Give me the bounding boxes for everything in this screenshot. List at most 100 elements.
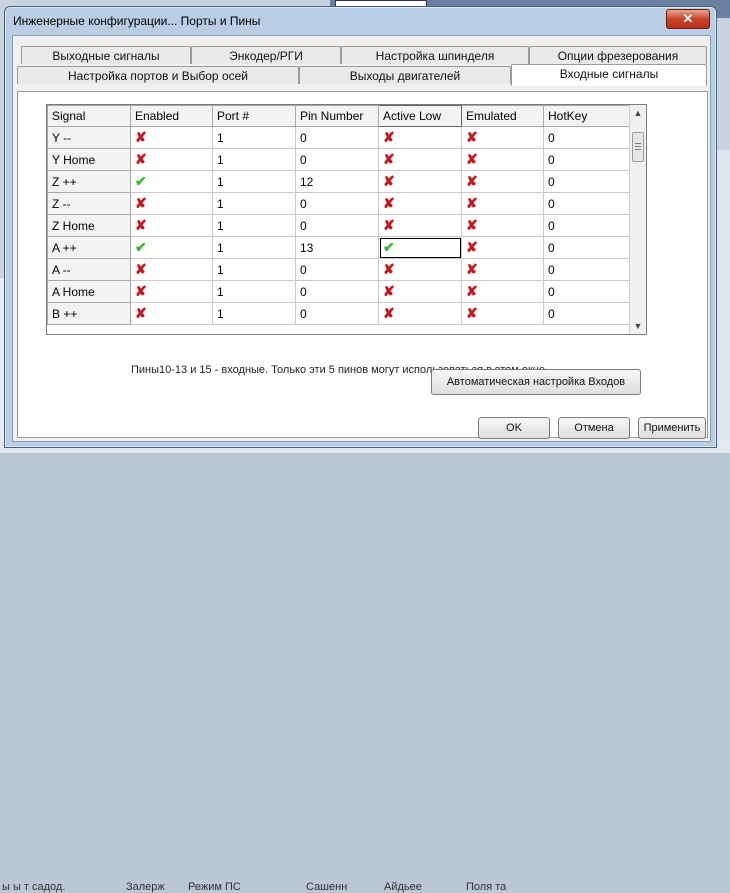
signal-cell[interactable]: A Home	[47, 280, 131, 303]
tab-port-setup[interactable]: Настройка портов и Выбор осей	[17, 66, 299, 84]
table-row[interactable]: Z -- ✘ 1 0 ✘ ✘ 0	[47, 192, 630, 215]
pin-number-cell[interactable]: 0	[295, 192, 379, 215]
enabled-cell[interactable]: ✘	[130, 126, 213, 149]
grip-line	[635, 143, 641, 144]
pin-number-cell[interactable]: 0	[295, 214, 379, 237]
column-header-enabled[interactable]: Enabled	[130, 105, 213, 127]
enabled-cell[interactable]: ✔	[130, 170, 213, 193]
enabled-cell[interactable]: ✘	[130, 192, 213, 215]
emulated-cell[interactable]: ✘	[461, 126, 544, 149]
tab-spindle-setup[interactable]: Настройка шпинделя	[341, 46, 529, 64]
active-low-cell[interactable]: ✘	[378, 214, 462, 237]
column-header-active-low[interactable]: Active Low	[378, 105, 462, 127]
table-row[interactable]: B ++ ✘ 1 0 ✘ ✘ 0	[47, 302, 630, 325]
pin-number-cell[interactable]: 0	[295, 126, 379, 149]
hotkey-cell[interactable]: 0	[543, 148, 630, 171]
port-cell[interactable]: 1	[212, 258, 296, 281]
signal-cell[interactable]: B ++	[47, 302, 131, 325]
emulated-cell[interactable]: ✘	[461, 214, 544, 237]
signal-cell[interactable]: A --	[47, 258, 131, 281]
active-low-cell[interactable]: ✘	[378, 126, 462, 149]
scroll-up-icon[interactable]: ▲	[630, 105, 646, 121]
apply-button[interactable]: Применить	[638, 417, 706, 439]
port-cell[interactable]: 1	[212, 280, 296, 303]
table-row[interactable]: A -- ✘ 1 0 ✘ ✘ 0	[47, 258, 630, 281]
signal-cell[interactable]: Z ++	[47, 170, 131, 193]
port-cell[interactable]: 1	[212, 126, 296, 149]
x-mark-icon: ✘	[466, 260, 478, 277]
signal-cell[interactable]: A ++	[47, 236, 131, 259]
column-header-hotkey[interactable]: HotKey	[543, 105, 630, 127]
x-mark-icon: ✘	[135, 260, 147, 277]
pin-number-cell[interactable]: 0	[295, 258, 379, 281]
port-cell[interactable]: 1	[212, 236, 296, 259]
scroll-down-icon[interactable]: ▼	[630, 318, 646, 334]
active-low-cell[interactable]: ✘	[378, 280, 462, 303]
x-mark-icon: ✘	[135, 216, 147, 233]
tab-output-signals[interactable]: Выходные сигналы	[21, 46, 191, 64]
hotkey-cell[interactable]: 0	[543, 126, 630, 149]
active-low-cell[interactable]: ✘	[378, 258, 462, 281]
pin-number-cell[interactable]: 0	[295, 148, 379, 171]
hotkey-cell[interactable]: 0	[543, 280, 630, 303]
scroll-thumb[interactable]	[632, 132, 644, 162]
active-low-cell[interactable]: ✔	[378, 236, 462, 259]
enabled-cell[interactable]: ✔	[130, 236, 213, 259]
enabled-cell[interactable]: ✘	[130, 280, 213, 303]
pin-number-cell[interactable]: 13	[295, 236, 379, 259]
hotkey-cell[interactable]: 0	[543, 236, 630, 259]
cancel-button[interactable]: Отмена	[558, 417, 630, 439]
port-cell[interactable]: 1	[212, 148, 296, 171]
enabled-cell[interactable]: ✘	[130, 148, 213, 171]
emulated-cell[interactable]: ✘	[461, 148, 544, 171]
table-row[interactable]: A Home ✘ 1 0 ✘ ✘ 0	[47, 280, 630, 303]
signal-cell[interactable]: Z --	[47, 192, 131, 215]
emulated-cell[interactable]: ✘	[461, 170, 544, 193]
active-low-cell[interactable]: ✘	[378, 302, 462, 325]
pin-number-cell[interactable]: 12	[295, 170, 379, 193]
tab-encoder[interactable]: Энкодер/РГИ	[191, 46, 341, 64]
active-low-cell[interactable]: ✘	[378, 148, 462, 171]
vertical-scrollbar[interactable]: ▲ ▼	[629, 105, 646, 334]
enabled-cell[interactable]: ✘	[130, 258, 213, 281]
column-header-port[interactable]: Port #	[212, 105, 296, 127]
emulated-cell[interactable]: ✘	[461, 192, 544, 215]
emulated-cell[interactable]: ✘	[461, 236, 544, 259]
enabled-cell[interactable]: ✘	[130, 302, 213, 325]
auto-config-inputs-button[interactable]: Автоматическая настройка Входов	[431, 369, 641, 395]
pin-number-cell[interactable]: 0	[295, 280, 379, 303]
enabled-cell[interactable]: ✘	[130, 214, 213, 237]
ok-button[interactable]: OK	[478, 417, 550, 439]
tab-input-signals[interactable]: Входные сигналы	[511, 64, 707, 86]
emulated-cell[interactable]: ✘	[461, 258, 544, 281]
hotkey-cell[interactable]: 0	[543, 170, 630, 193]
pin-number-cell[interactable]: 0	[295, 302, 379, 325]
table-row[interactable]: Y -- ✘ 1 0 ✘ ✘ 0	[47, 126, 630, 149]
active-low-cell[interactable]: ✘	[378, 192, 462, 215]
column-header-signal[interactable]: Signal	[47, 105, 131, 127]
port-cell[interactable]: 1	[212, 170, 296, 193]
dialog-titlebar[interactable]: Инженерные конфигурации... Порты и Пины …	[5, 7, 716, 35]
hotkey-cell[interactable]: 0	[543, 302, 630, 325]
column-header-pin-number[interactable]: Pin Number	[295, 105, 379, 127]
signal-cell[interactable]: Y Home	[47, 148, 131, 171]
column-header-emulated[interactable]: Emulated	[461, 105, 544, 127]
hotkey-cell[interactable]: 0	[543, 192, 630, 215]
table-row[interactable]: A ++ ✔ 1 13 ✔ ✘ 0	[47, 236, 630, 259]
active-low-cell[interactable]: ✘	[378, 170, 462, 193]
table-row[interactable]: Z ++ ✔ 1 12 ✘ ✘ 0	[47, 170, 630, 193]
close-button[interactable]: ✕	[666, 9, 710, 29]
emulated-cell[interactable]: ✘	[461, 302, 544, 325]
port-cell[interactable]: 1	[212, 192, 296, 215]
signal-cell[interactable]: Z Home	[47, 214, 131, 237]
signal-cell[interactable]: Y --	[47, 126, 131, 149]
hotkey-cell[interactable]: 0	[543, 258, 630, 281]
port-cell[interactable]: 1	[212, 302, 296, 325]
tab-mill-options[interactable]: Опции фрезерования	[529, 46, 707, 64]
hotkey-cell[interactable]: 0	[543, 214, 630, 237]
port-cell[interactable]: 1	[212, 214, 296, 237]
table-row[interactable]: Z Home ✘ 1 0 ✘ ✘ 0	[47, 214, 630, 237]
tab-motor-outputs[interactable]: Выходы двигателей	[299, 66, 511, 84]
emulated-cell[interactable]: ✘	[461, 280, 544, 303]
table-row[interactable]: Y Home ✘ 1 0 ✘ ✘ 0	[47, 148, 630, 171]
